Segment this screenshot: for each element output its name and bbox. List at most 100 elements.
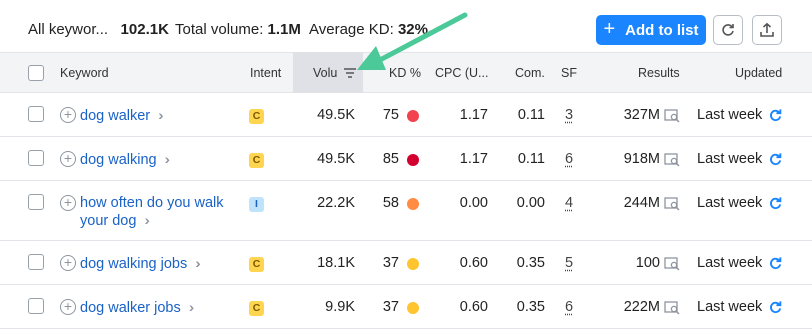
intent-badge: C [249, 257, 264, 272]
updated-value: Last week [697, 107, 763, 123]
cpc-value: 0.00 [459, 195, 488, 211]
refresh-row-icon[interactable] [768, 152, 783, 167]
add-to-list-label: Add to list [625, 21, 699, 39]
volume-value: 18.1K [317, 255, 355, 271]
column-header-cpc[interactable]: CPC (U... [435, 66, 488, 80]
updated-value: Last week [697, 151, 763, 167]
keyword-text: dog walking jobs [80, 256, 188, 272]
keyword-details-icon[interactable]: ›› [165, 151, 172, 167]
kd-value: 75 [382, 107, 399, 123]
refresh-row-icon[interactable] [768, 196, 783, 211]
column-header-keyword[interactable]: Keyword [60, 66, 109, 80]
competition-value: 0.11 [517, 151, 545, 167]
kd-difficulty-dot [407, 198, 419, 210]
row-checkbox[interactable] [28, 150, 44, 166]
keyword-link[interactable]: dog walking ›› [80, 151, 172, 168]
column-header-updated[interactable]: Updated [735, 66, 782, 80]
keyword-text: dog walker jobs [80, 300, 181, 316]
row-checkbox[interactable] [28, 298, 44, 314]
table-row: + dog walking jobs ›› C 18.1K 37 0.60 0.… [0, 241, 812, 285]
column-header-volume[interactable]: Volu [313, 66, 356, 80]
serp-features-count[interactable]: 6 [565, 151, 573, 167]
volume-value: 9.9K [325, 299, 355, 315]
add-keyword-icon[interactable]: + [60, 151, 76, 167]
toolbar: All keywor... 102.1K Total volume: 1.1M … [0, 0, 812, 52]
serp-features-count[interactable]: 3 [565, 107, 573, 123]
column-header-sf[interactable]: SF [561, 66, 577, 80]
total-volume-stat: Total volume: 1.1M [175, 21, 301, 38]
add-keyword-icon[interactable]: + [60, 255, 76, 271]
serp-features-count[interactable]: 5 [565, 255, 573, 271]
volume-value: 49.5K [317, 107, 355, 123]
kd-value: 58 [382, 195, 399, 211]
keyword-link[interactable]: dog walker jobs ›› [80, 299, 196, 316]
cpc-value: 0.60 [459, 255, 488, 271]
results-value: 918M [623, 151, 660, 167]
keyword-details-icon[interactable]: ›› [195, 255, 202, 271]
table-row: + dog walker ›› C 49.5K 75 1.17 0.11 3 3… [0, 93, 812, 137]
average-kd-stat: Average KD: 32% [309, 21, 428, 38]
keyword-text-line2: your dog [80, 213, 137, 229]
cpc-value: 1.17 [459, 151, 488, 167]
volume-value: 22.2K [317, 195, 355, 211]
serp-preview-icon[interactable] [664, 197, 680, 211]
all-keywords-value: 102.1K [120, 21, 169, 38]
results-value: 222M [623, 299, 660, 315]
keyword-details-icon[interactable]: ›› [145, 212, 152, 228]
row-checkbox[interactable] [28, 106, 44, 122]
cpc-value: 0.60 [459, 299, 488, 315]
table-header: Keyword Intent Volu KD % CPC (U... Com. … [0, 52, 812, 93]
refresh-row-icon[interactable] [768, 300, 783, 315]
results-value: 244M [623, 195, 660, 211]
column-header-results[interactable]: Results [638, 66, 680, 80]
keyword-text: how often do you walk [80, 195, 224, 211]
column-header-volume-label: Volu [313, 66, 338, 80]
intent-badge: I [249, 197, 264, 212]
updated-value: Last week [697, 195, 763, 211]
refresh-button[interactable] [713, 15, 743, 45]
refresh-row-icon[interactable] [768, 256, 783, 271]
updated-value: Last week [697, 299, 763, 315]
kd-difficulty-dot [407, 258, 419, 270]
column-header-kd[interactable]: KD % [389, 66, 421, 80]
intent-badge: C [249, 153, 264, 168]
serp-features-count[interactable]: 6 [565, 299, 573, 315]
kd-value: 85 [382, 151, 399, 167]
keyword-link[interactable]: how often do you walk [80, 195, 223, 211]
results-value: 100 [635, 255, 660, 271]
export-button[interactable] [752, 15, 782, 45]
add-keyword-icon[interactable]: + [60, 107, 76, 123]
add-keyword-icon[interactable]: + [60, 299, 76, 315]
serp-preview-icon[interactable] [664, 109, 680, 123]
keyword-details-icon[interactable]: ›› [189, 299, 196, 315]
keyword-text: dog walking [80, 152, 157, 168]
select-all-checkbox[interactable] [28, 65, 44, 81]
average-kd-value: 32% [397, 21, 428, 38]
serp-preview-icon[interactable] [664, 257, 680, 271]
intent-badge: C [249, 301, 264, 316]
kd-difficulty-dot [407, 154, 419, 166]
competition-value: 0.35 [516, 255, 545, 271]
table-row: + how often do you walk your dog ›› I 22… [0, 181, 812, 241]
total-volume-value: 1.1M [267, 21, 301, 38]
intent-badge: C [249, 109, 264, 124]
column-header-intent[interactable]: Intent [250, 66, 281, 80]
all-keywords-stat: All keywor... 102.1K [28, 21, 169, 38]
competition-value: 0.11 [517, 107, 545, 123]
serp-features-count[interactable]: 4 [565, 195, 573, 211]
row-checkbox[interactable] [28, 254, 44, 270]
competition-value: 0.00 [516, 195, 545, 211]
kd-difficulty-dot [407, 302, 419, 314]
serp-preview-icon[interactable] [664, 153, 680, 167]
keyword-link-line2[interactable]: your dog ›› [80, 212, 152, 229]
serp-preview-icon[interactable] [664, 301, 680, 315]
row-checkbox[interactable] [28, 194, 44, 210]
refresh-row-icon[interactable] [768, 108, 783, 123]
keyword-details-icon[interactable]: ›› [158, 107, 165, 123]
total-volume-label: Total volume: [175, 21, 264, 38]
add-to-list-button[interactable]: + Add to list [596, 15, 706, 45]
keyword-link[interactable]: dog walker ›› [80, 107, 165, 124]
keyword-link[interactable]: dog walking jobs ›› [80, 255, 202, 272]
column-header-com[interactable]: Com. [515, 66, 545, 80]
add-keyword-icon[interactable]: + [60, 195, 76, 211]
